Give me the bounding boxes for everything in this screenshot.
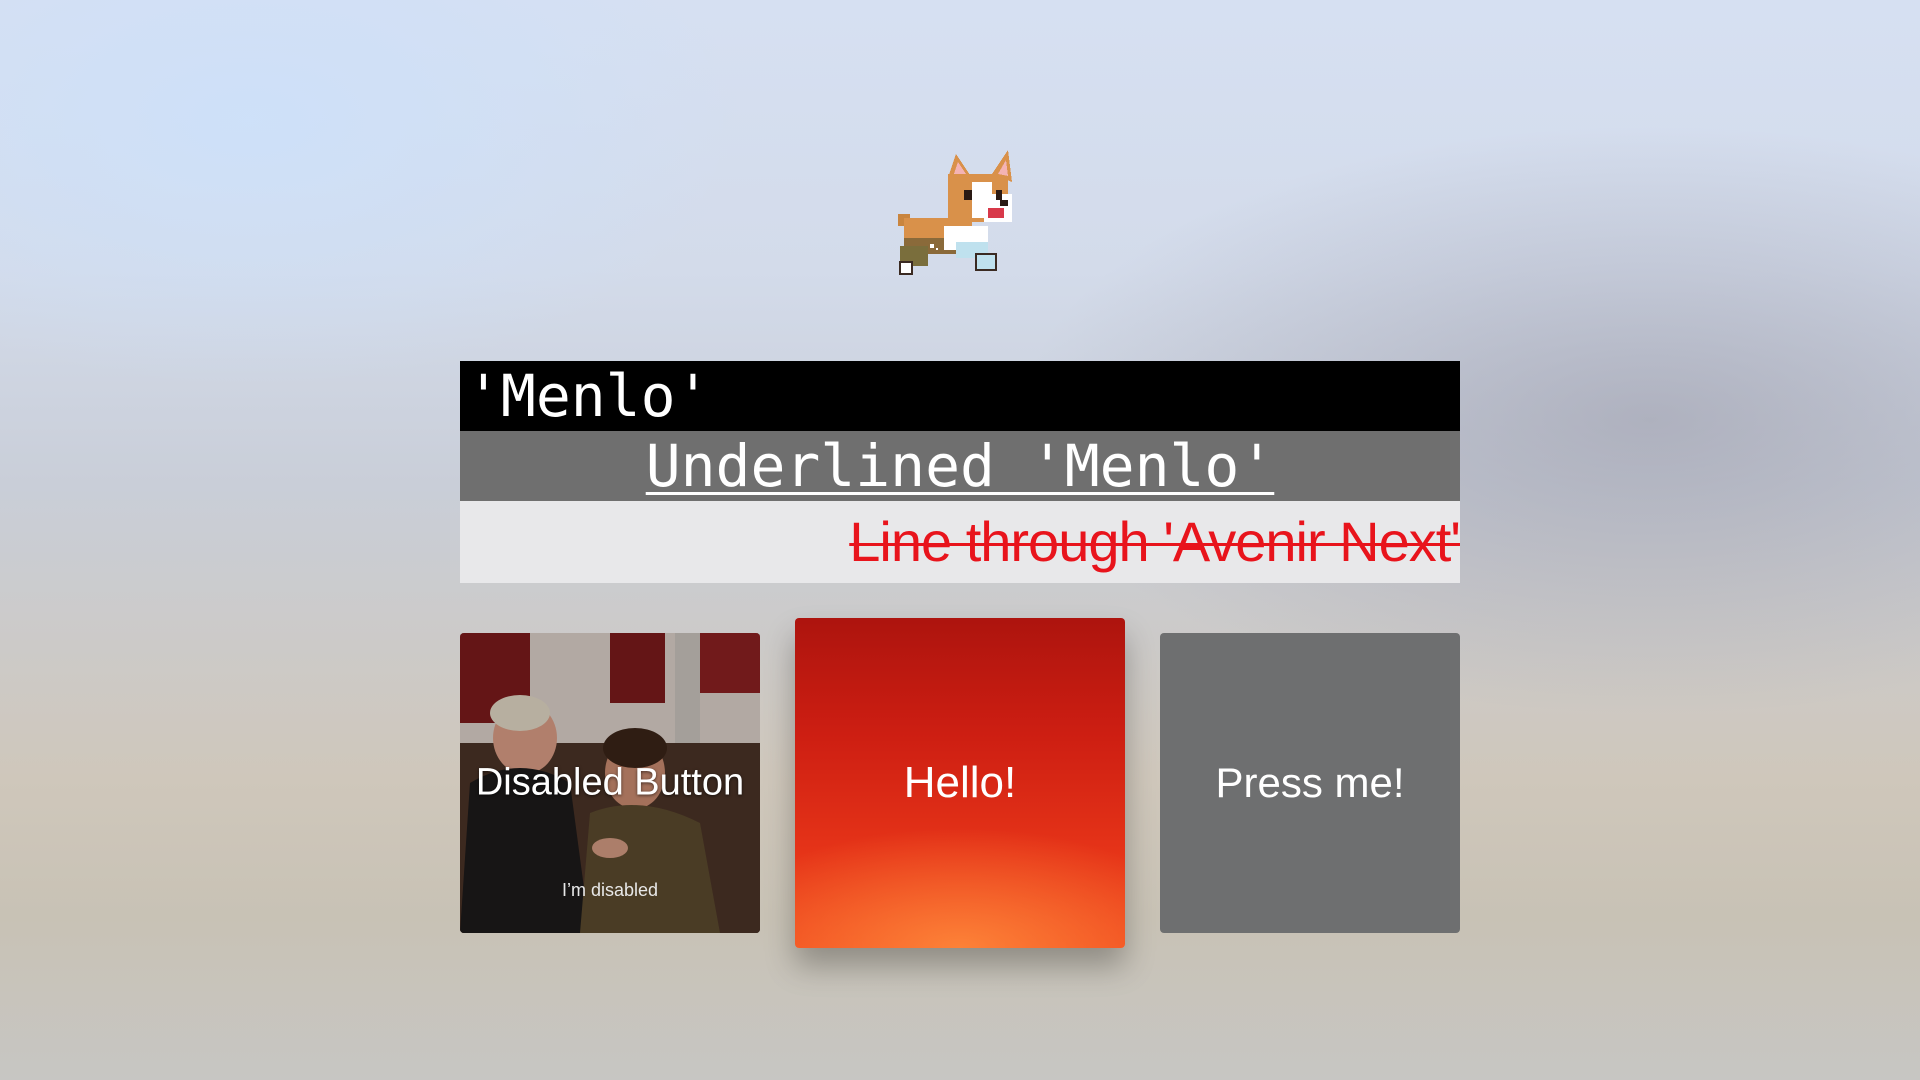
press-me-button-label: Press me! — [1215, 759, 1405, 806]
disabled-button-label: Disabled Button — [475, 761, 745, 804]
menlo-text-row: 'Menlo' — [460, 361, 1460, 431]
disabled-button-subtitle: I’m disabled — [561, 880, 659, 900]
corgi-icon — [896, 146, 1028, 282]
underlined-menlo-label: Underlined 'Menlo' — [645, 432, 1275, 500]
press-me-button[interactable]: Press me! — [1160, 633, 1460, 933]
underlined-text-row: Underlined 'Menlo' — [460, 431, 1460, 501]
menlo-label: 'Menlo' — [466, 362, 711, 430]
strikethrough-label: Line through 'Avenir Next' — [849, 510, 1460, 573]
strikethrough-text-row: Line through 'Avenir Next' — [460, 501, 1460, 583]
hello-button[interactable]: Hello! — [795, 618, 1125, 948]
hello-button-label: Hello! — [903, 758, 1017, 807]
